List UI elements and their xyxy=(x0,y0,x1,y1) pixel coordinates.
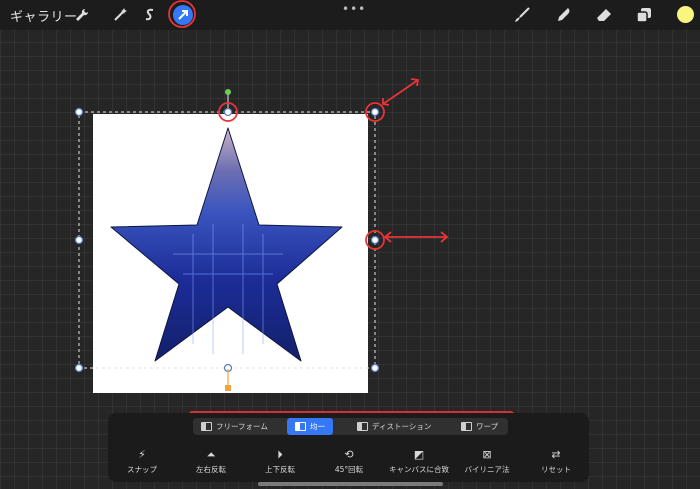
brush-icon[interactable] xyxy=(512,5,532,25)
eraser-icon[interactable] xyxy=(594,5,614,25)
annotation-circle-corner-handle xyxy=(365,102,385,122)
selection-s-icon[interactable] xyxy=(140,5,160,25)
gallery-button[interactable]: ギャラリー xyxy=(10,6,78,25)
transform-arrow-icon[interactable] xyxy=(173,5,193,25)
reset-button[interactable]: ⇄ リセット xyxy=(521,448,591,475)
freeform-icon xyxy=(201,422,212,431)
rotation-handle xyxy=(225,89,231,95)
snap-icon: ⚡ xyxy=(138,448,146,461)
warp-icon xyxy=(461,422,472,431)
rotate-icon: ⟲ xyxy=(344,448,354,461)
distortion-icon xyxy=(357,422,368,431)
annotation-arrow-diagonal xyxy=(382,78,420,106)
flip-vertical-icon: ⏵ xyxy=(277,448,283,461)
wrench-icon[interactable] xyxy=(72,5,92,25)
mode-freeform[interactable]: フリーフォーム xyxy=(201,418,268,435)
handle-top-left xyxy=(74,107,84,117)
layers-icon[interactable] xyxy=(634,5,654,25)
mode-distortion[interactable]: ディストーション xyxy=(357,418,431,435)
color-picker[interactable] xyxy=(677,6,694,23)
fit-canvas-icon: ◩ xyxy=(413,448,425,461)
flip-horizontal-button[interactable]: ⏶ 左右反転 xyxy=(176,448,246,475)
reset-icon: ⇄ xyxy=(551,448,561,461)
bilinear-button[interactable]: ⊠ バイリニア法 xyxy=(452,448,522,475)
fit-to-canvas-button[interactable]: ◩ キャンバスに合致 xyxy=(384,448,454,475)
handle-bottom-right xyxy=(370,363,380,373)
home-indicator[interactable] xyxy=(258,482,443,486)
annotation-circle-side-handle xyxy=(365,230,385,250)
handle-mid-left xyxy=(74,235,84,245)
mode-uniform[interactable]: 均一 xyxy=(287,418,333,435)
top-toolbar: ギャラリー ••• xyxy=(0,0,700,30)
star-shape xyxy=(110,127,343,362)
canvas-image xyxy=(93,114,368,393)
snap-button[interactable]: ⚡ スナップ xyxy=(107,448,177,475)
smudge-icon[interactable] xyxy=(553,5,573,25)
bilinear-icon: ⊠ xyxy=(482,448,492,461)
flip-vertical-button[interactable]: ⏵ 上下反転 xyxy=(245,448,315,475)
annotation-arrow-horizontal xyxy=(383,231,449,243)
mode-warp[interactable]: ワープ xyxy=(461,418,498,435)
flip-horizontal-icon: ⏶ xyxy=(206,448,216,461)
uniform-icon xyxy=(295,422,306,431)
handle-top-right xyxy=(370,107,380,117)
rotate-45-button[interactable]: ⟲ 45°回転 xyxy=(314,448,384,475)
handle-bottom-left xyxy=(74,363,84,373)
magic-wand-icon[interactable] xyxy=(110,5,130,25)
handle-mid-right xyxy=(370,235,380,245)
more-options-icon[interactable]: ••• xyxy=(342,2,366,16)
